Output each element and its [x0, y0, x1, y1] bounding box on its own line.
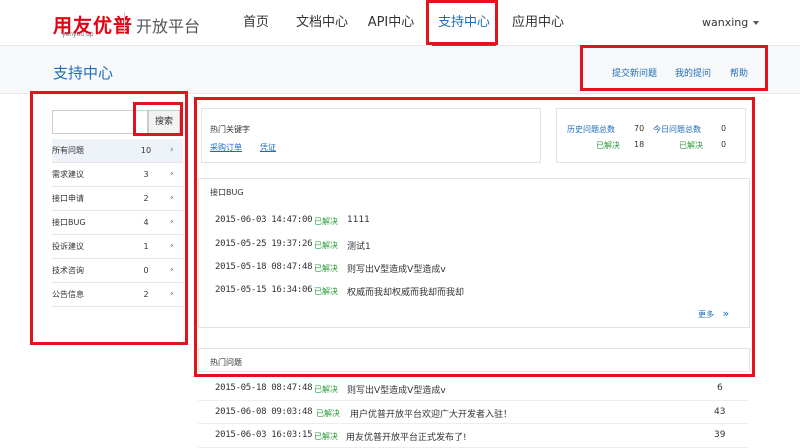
highlight-search-button	[133, 102, 183, 136]
page-title: 支持中心	[53, 64, 114, 82]
highlight-main-content	[194, 97, 755, 377]
hot-row-date: 2015-06-08 09:03:48	[215, 407, 313, 417]
hot-row-title[interactable]: 则写出V型造成V型造成v	[347, 383, 446, 396]
nav-api[interactable]: API中心	[364, 0, 418, 46]
hot-row-status: 已解决	[314, 385, 338, 394]
hot-row-status: 已解决	[314, 432, 338, 441]
nav-docs[interactable]: 文档中心	[292, 0, 352, 46]
logo-divider	[124, 12, 125, 34]
highlight-support-tab	[426, 0, 498, 45]
highlight-action-links	[580, 45, 768, 91]
hot-row-count: 39	[714, 430, 726, 440]
hot-row-status: 已解决	[316, 409, 340, 418]
user-menu[interactable]: wanxing	[702, 16, 760, 29]
hot-row-count: 6	[717, 383, 723, 393]
hot-row-title[interactable]: 用友优普开放平台正式发布了!	[346, 430, 467, 443]
caret-down-icon	[753, 21, 760, 25]
hot-row-date: 2015-05-18 08:47:48	[215, 383, 313, 393]
hot-row-date: 2015-06-03 16:03:15	[215, 430, 313, 440]
platform-title: 开放平台	[136, 17, 201, 36]
nav-home[interactable]: 首页	[236, 0, 276, 46]
username: wanxing	[702, 16, 749, 29]
nav-apps[interactable]: 应用中心	[508, 0, 568, 46]
hot-row-title[interactable]: 用户优普开放平台欢迎广大开发者入驻！	[350, 407, 512, 420]
hot-row-count: 43	[714, 407, 726, 417]
logo-subtitle: yonyou up	[62, 31, 94, 38]
